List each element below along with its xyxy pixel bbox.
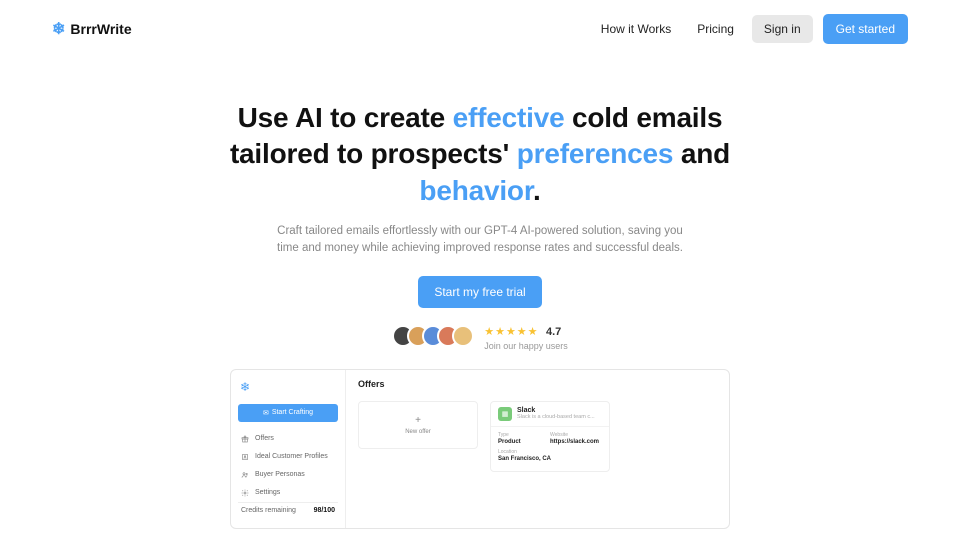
sidebar-item-settings[interactable]: Settings bbox=[238, 484, 338, 502]
location-value: San Francisco, CA bbox=[498, 456, 602, 462]
website-label: Website bbox=[550, 432, 602, 438]
type-label: Type bbox=[498, 432, 550, 438]
snowflake-icon: ❄ bbox=[52, 19, 65, 39]
gift-icon bbox=[241, 435, 249, 443]
credits-remaining: Credits remaining 98/100 bbox=[238, 502, 338, 518]
section-title: Offers bbox=[358, 379, 717, 389]
rating-score: 4.7 bbox=[546, 326, 561, 338]
sidebar-item-offers[interactable]: Offers bbox=[238, 430, 338, 448]
offer-card[interactable]: ▦ Slack Slack is a cloud-based team c...… bbox=[490, 401, 610, 472]
badge-icon bbox=[241, 453, 249, 461]
nav-how-it-works[interactable]: How it Works bbox=[593, 16, 679, 42]
users-icon bbox=[241, 471, 249, 479]
avatar bbox=[452, 325, 474, 347]
start-trial-button[interactable]: Start my free trial bbox=[418, 276, 541, 308]
offer-app-icon: ▦ bbox=[498, 407, 512, 421]
gear-icon bbox=[241, 489, 249, 497]
user-avatars bbox=[392, 325, 474, 347]
snowflake-icon: ❄ bbox=[238, 380, 338, 394]
hero-subtitle: Craft tailored emails effortlessly with … bbox=[270, 223, 690, 258]
sidebar-item-personas[interactable]: Buyer Personas bbox=[238, 466, 338, 484]
location-label: Location bbox=[498, 449, 602, 455]
offer-desc: Slack is a cloud-based team c... bbox=[517, 414, 595, 420]
new-offer-card[interactable]: + New offer bbox=[358, 401, 478, 449]
demo-main: Offers + New offer ▦ Slack Slack is a cl… bbox=[346, 370, 729, 528]
rating-caption: Join our happy users bbox=[484, 341, 568, 351]
plus-icon: + bbox=[415, 415, 421, 426]
offer-name: Slack bbox=[517, 407, 595, 414]
logo: ❄ BrrrWrite bbox=[52, 19, 132, 39]
nav-pricing[interactable]: Pricing bbox=[689, 16, 742, 42]
website-value: https://slack.com bbox=[550, 439, 602, 445]
start-crafting-button[interactable]: ✉ Start Crafting bbox=[238, 404, 338, 422]
brand-name: BrrrWrite bbox=[70, 21, 131, 37]
demo-sidebar: ❄ ✉ Start Crafting Offers Ideal Customer… bbox=[231, 370, 346, 528]
signin-button[interactable]: Sign in bbox=[752, 15, 813, 43]
envelope-icon: ✉ bbox=[263, 409, 269, 417]
product-screenshot: ❄ ✉ Start Crafting Offers Ideal Customer… bbox=[230, 369, 730, 529]
header-nav: How it Works Pricing Sign in Get started bbox=[593, 14, 908, 44]
sidebar-item-icp[interactable]: Ideal Customer Profiles bbox=[238, 448, 338, 466]
get-started-button[interactable]: Get started bbox=[823, 14, 908, 44]
hero-headline: Use AI to create effective cold emails t… bbox=[200, 100, 760, 209]
star-icon: ★★★★★ bbox=[484, 326, 538, 338]
rating-block: ★★★★★ 4.7 Join our happy users bbox=[20, 322, 940, 351]
type-value: Product bbox=[498, 439, 550, 445]
